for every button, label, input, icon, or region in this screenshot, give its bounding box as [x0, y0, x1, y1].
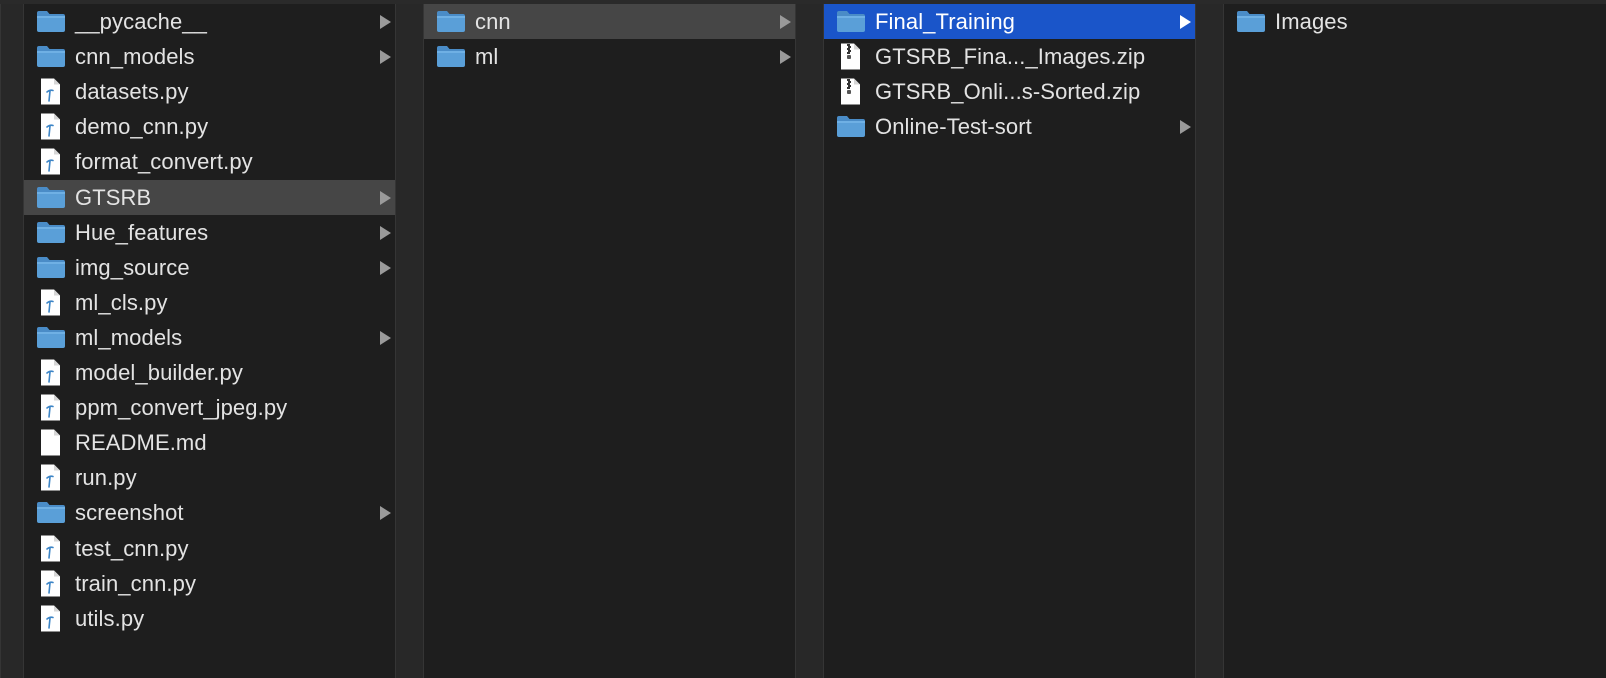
- list-item-ml[interactable]: ml: [424, 39, 795, 74]
- python-file-icon: [36, 289, 66, 316]
- chevron-right-icon: [380, 506, 391, 521]
- chevron-right-icon: [1180, 120, 1191, 135]
- column-divider-left[interactable]: [0, 4, 24, 678]
- list-item-cnn[interactable]: cnn: [424, 4, 795, 39]
- folder-icon: [836, 113, 866, 140]
- chevron-right-icon: [1180, 15, 1191, 29]
- chevron-right-icon: [780, 50, 791, 65]
- list-item-train-cnn-py[interactable]: train_cnn.py: [24, 566, 395, 601]
- folder-icon: [36, 219, 66, 246]
- list-item-cnn-models[interactable]: cnn_models: [24, 39, 395, 74]
- folder-icon: [36, 254, 66, 281]
- list-item-test-cnn-py[interactable]: test_cnn.py: [24, 531, 395, 566]
- column-project-root: __pycache__ cnn_models datasets.py demo_cnn…: [24, 4, 395, 678]
- item-label: utils.py: [75, 605, 145, 631]
- list-item-ml-cls-py[interactable]: ml_cls.py: [24, 285, 395, 320]
- folder-icon: [36, 43, 66, 70]
- item-label: GTSRB_Fina..._Images.zip: [875, 44, 1146, 70]
- python-file-icon: [36, 464, 66, 491]
- list-item-model-builder-py[interactable]: model_builder.py: [24, 355, 395, 390]
- item-label: ml_cls.py: [75, 289, 168, 315]
- chevron-right-icon: [380, 330, 391, 345]
- list-item-online-test-sort[interactable]: Online-Test-sort: [824, 109, 1195, 144]
- item-label: cnn_models: [75, 44, 195, 70]
- item-label: README.md: [75, 430, 207, 456]
- folder-icon: [436, 8, 466, 35]
- folder-icon: [36, 499, 66, 526]
- list-item-format-convert-py[interactable]: format_convert.py: [24, 144, 395, 179]
- chevron-right-icon: [380, 260, 391, 275]
- folder-icon: [36, 8, 66, 35]
- item-label: demo_cnn.py: [75, 114, 209, 140]
- list-item-hue-features[interactable]: Hue_features: [24, 215, 395, 250]
- chevron-right-icon: [380, 50, 391, 65]
- item-label: Hue_features: [75, 219, 209, 245]
- list-item-pycache[interactable]: __pycache__: [24, 4, 395, 39]
- python-file-icon: [36, 394, 66, 421]
- document-icon: [36, 429, 66, 456]
- chevron-right-icon: [380, 225, 391, 240]
- item-label: run.py: [75, 465, 137, 491]
- folder-icon: [36, 324, 66, 351]
- list-item-readme-md[interactable]: README.md: [24, 425, 395, 460]
- item-label: Images: [1275, 9, 1348, 34]
- list-item-ppm-convert-jpeg-py[interactable]: ppm_convert_jpeg.py: [24, 390, 395, 425]
- column-cnn: Final_Training GTSRB_Fina..._Images.zip GT…: [824, 4, 1195, 678]
- column-divider-3[interactable]: [1195, 4, 1224, 678]
- column-divider-1[interactable]: [395, 4, 424, 678]
- list-item-images[interactable]: Images: [1224, 4, 1606, 39]
- list-item-datasets-py[interactable]: datasets.py: [24, 74, 395, 109]
- list-item-gtsrb[interactable]: GTSRB: [24, 179, 395, 215]
- zip-file-icon: [836, 43, 866, 70]
- python-file-icon: [36, 78, 66, 105]
- column-divider-2[interactable]: [795, 4, 824, 678]
- python-file-icon: [36, 359, 66, 386]
- item-label: Online-Test-sort: [875, 114, 1032, 140]
- chevron-right-icon: [780, 15, 791, 29]
- item-label: ml: [475, 44, 499, 70]
- item-label: model_builder.py: [75, 360, 243, 385]
- item-label: GTSRB: [75, 184, 152, 210]
- python-file-icon: [36, 148, 66, 175]
- item-label: format_convert.py: [75, 149, 253, 175]
- item-label: datasets.py: [75, 79, 189, 105]
- item-label: test_cnn.py: [75, 535, 189, 561]
- folder-icon: [36, 184, 66, 211]
- item-label: __pycache__: [75, 9, 207, 34]
- list-item-img-source[interactable]: img_source: [24, 250, 395, 285]
- folder-icon: [1236, 8, 1266, 35]
- list-item-gtsrb-fina-images-zip[interactable]: GTSRB_Fina..._Images.zip: [824, 39, 1195, 74]
- chevron-right-icon: [380, 15, 391, 29]
- finder-column-browser: __pycache__ cnn_models datasets.py demo_cnn…: [0, 0, 1606, 678]
- python-file-icon: [36, 570, 66, 597]
- folder-icon: [836, 8, 866, 35]
- column-final-training: Images: [1224, 4, 1606, 678]
- zip-file-icon: [836, 78, 866, 105]
- list-item-demo-cnn-py[interactable]: demo_cnn.py: [24, 109, 395, 144]
- python-file-icon: [36, 113, 66, 140]
- list-item-screenshot[interactable]: screenshot: [24, 495, 395, 530]
- item-label: ml_models: [75, 324, 183, 350]
- item-label: cnn: [475, 9, 511, 34]
- item-label: Final_Training: [875, 9, 1015, 34]
- list-item-utils-py[interactable]: utils.py: [24, 601, 395, 636]
- column-gtsrb: cnn ml: [424, 4, 795, 678]
- python-file-icon: [36, 535, 66, 562]
- chevron-right-icon: [380, 190, 391, 205]
- list-item-gtsrb-onli-s-sorted-zip[interactable]: GTSRB_Onli...s-Sorted.zip: [824, 74, 1195, 109]
- item-label: screenshot: [75, 500, 184, 526]
- item-label: img_source: [75, 254, 190, 280]
- list-item-final-training[interactable]: Final_Training: [824, 4, 1195, 39]
- list-item-run-py[interactable]: run.py: [24, 460, 395, 495]
- list-item-ml-models[interactable]: ml_models: [24, 320, 395, 355]
- item-label: train_cnn.py: [75, 570, 197, 596]
- python-file-icon: [36, 605, 66, 632]
- item-label: GTSRB_Onli...s-Sorted.zip: [875, 79, 1141, 105]
- folder-icon: [436, 43, 466, 70]
- item-label: ppm_convert_jpeg.py: [75, 395, 288, 421]
